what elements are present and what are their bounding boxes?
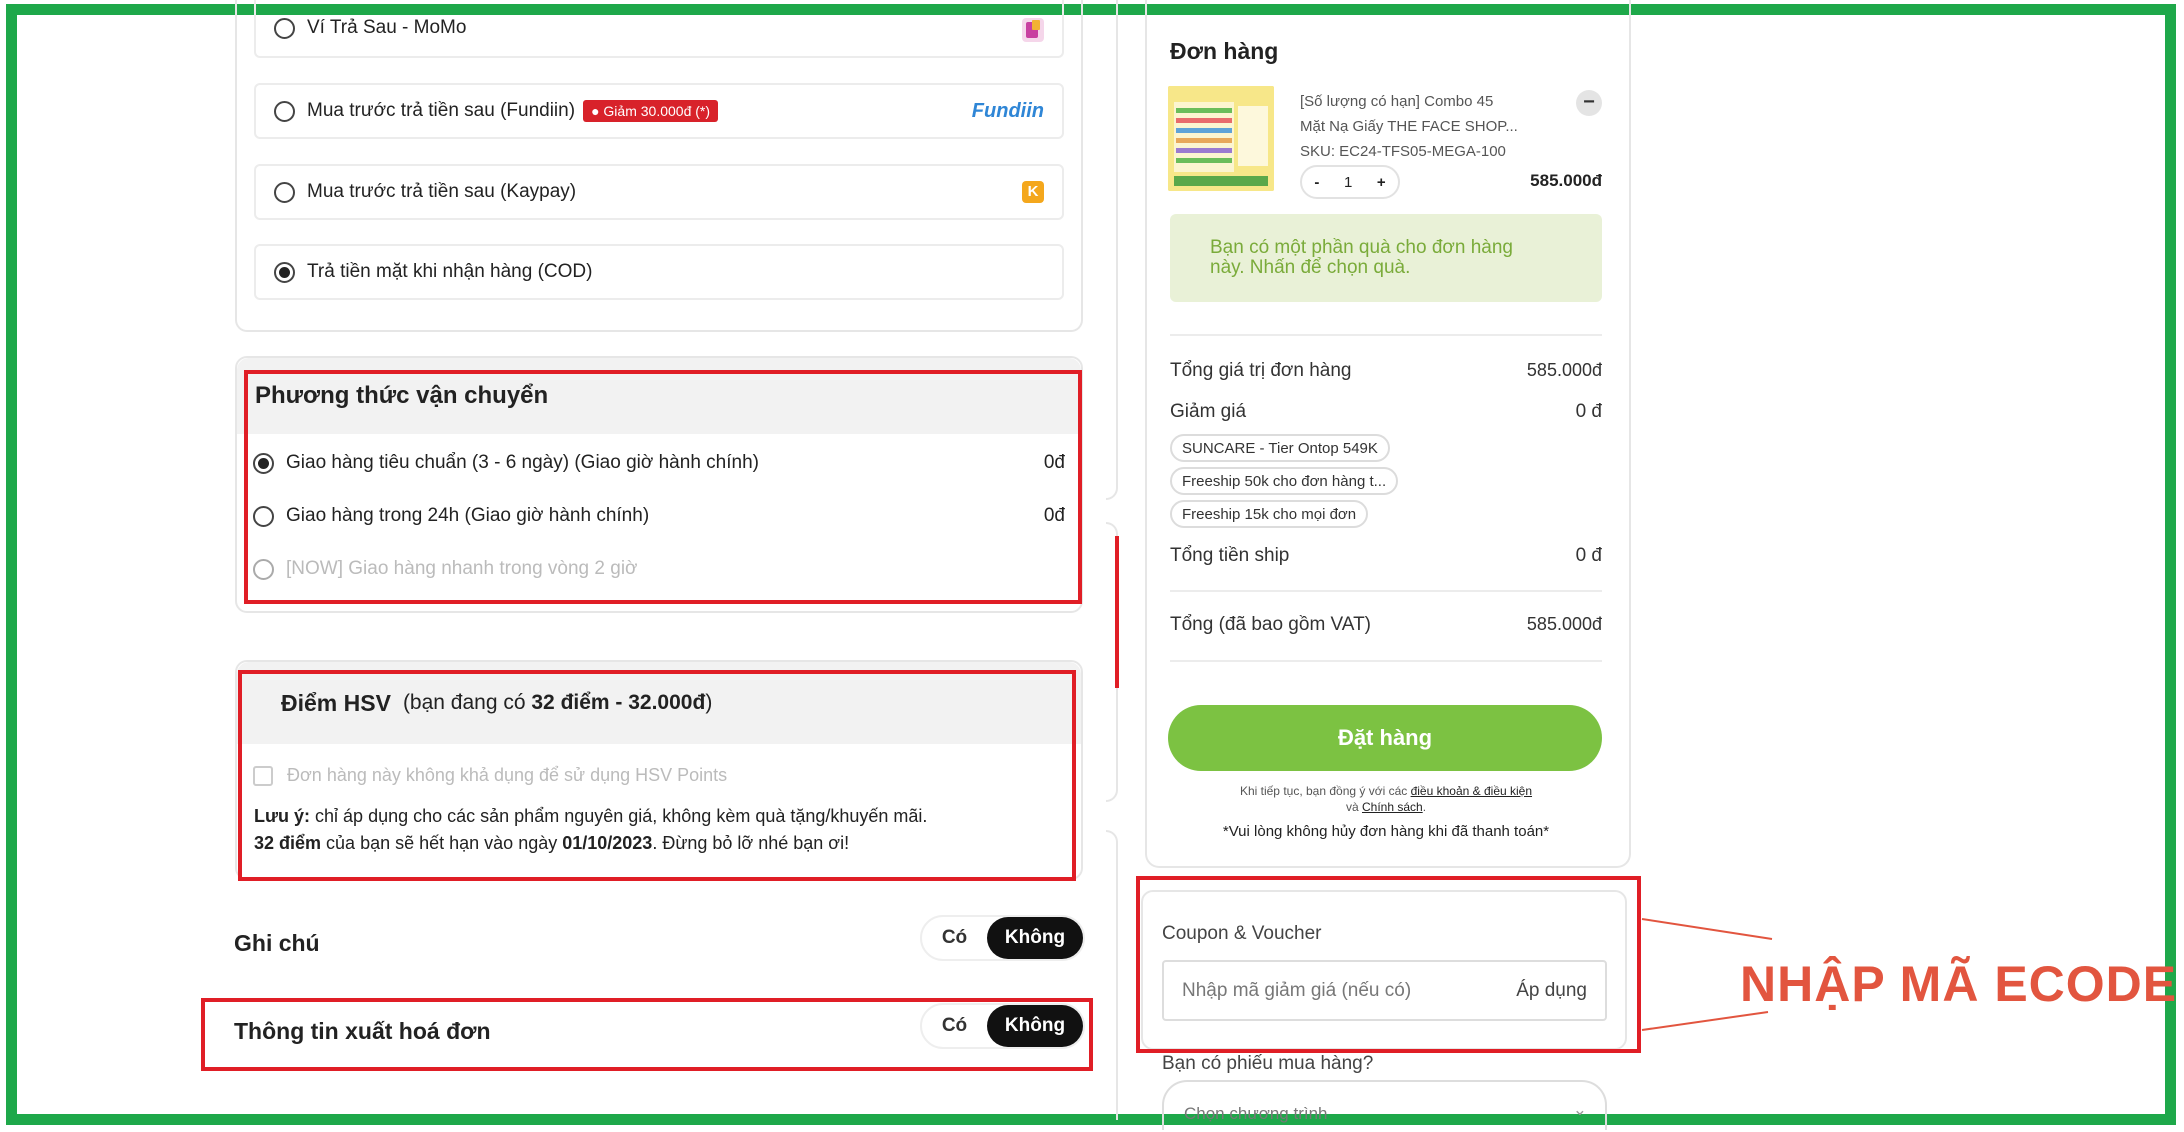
- note-yes[interactable]: Có: [922, 927, 987, 949]
- divider: [1170, 660, 1602, 662]
- subtotal-label: Tổng giá trị đơn hàng: [1170, 360, 1352, 381]
- shipfee-value: 0 đ: [1575, 545, 1602, 566]
- radio-momo[interactable]: [274, 17, 295, 39]
- payment-option-label: Ví Trả Sau - MoMo: [307, 17, 467, 38]
- discount-value: 0 đ: [1575, 401, 1602, 422]
- total-value: 585.000đ: [1526, 614, 1602, 634]
- fundiin-logo: Fundiin: [971, 99, 1044, 122]
- payment-option-label: Mua trước trả tiền sau (Fundiin): [307, 100, 576, 121]
- place-order-button[interactable]: Đặt hàng: [1168, 705, 1602, 771]
- momo-icon: [1022, 18, 1044, 42]
- note-no[interactable]: Không: [987, 917, 1083, 959]
- radio-kaypay[interactable]: [274, 181, 295, 203]
- coupon-chip[interactable]: Freeship 50k cho đơn hàng t...: [1170, 467, 1399, 495]
- divider: [1170, 590, 1602, 592]
- chevron-down-icon: ⌄: [1572, 1100, 1587, 1119]
- payment-option-label: Trả tiền mặt khi nhận hàng (COD): [307, 261, 593, 282]
- policy-link[interactable]: Chính sách: [1362, 800, 1423, 814]
- remove-item-icon[interactable]: −: [1576, 90, 1602, 116]
- discount-row: Giảm giá 0 đ: [1170, 401, 1602, 423]
- terms-link[interactable]: điều khoản & điều kiện: [1411, 784, 1532, 798]
- gift-text: này. Nhấn để chọn quà.: [1210, 257, 1411, 278]
- annotation-label: NHẬP MÃ ECODE: [1740, 956, 2178, 1012]
- discount-label: Giảm giá: [1170, 401, 1247, 422]
- product-price: 585.000đ: [1530, 171, 1602, 190]
- payment-option-label: Mua trước trả tiền sau (Kaypay): [307, 181, 577, 202]
- product-image[interactable]: [1168, 86, 1274, 191]
- program-select[interactable]: Chọn chương trình ⌄: [1162, 1080, 1607, 1130]
- payment-option-kaypay[interactable]: Mua trước trả tiền sau (Kaypay) K: [254, 164, 1064, 220]
- product-info: [Số lượng có hạn] Combo 45 Mặt Nạ Giấy T…: [1300, 89, 1518, 164]
- terms-text: Khi tiếp tục, bạn đồng ý với các điều kh…: [1239, 784, 1533, 814]
- total-label: Tổng (đã bao gồm VAT): [1170, 614, 1372, 635]
- highlight-coupon: [1136, 876, 1641, 1053]
- middle-panel-edge: [1106, 830, 1118, 1120]
- total-row: Tổng (đã bao gồm VAT) 585.000đ: [1170, 614, 1602, 636]
- coupon-chip[interactable]: Freeship 15k cho mọi đơn: [1170, 500, 1369, 528]
- highlight-fragment: [1115, 536, 1119, 688]
- voucher-question: Bạn có phiếu mua hàng?: [1162, 1053, 1374, 1074]
- qty-value[interactable]: 1: [1344, 174, 1352, 191]
- highlight-points: [238, 670, 1076, 881]
- subtotal-row: Tổng giá trị đơn hàng 585.000đ: [1170, 360, 1602, 382]
- cancel-warning: *Vui lòng không hủy đơn hàng khi đã than…: [1222, 823, 1550, 840]
- program-select-value: Chọn chương trình: [1184, 1104, 1328, 1123]
- discount-badge: ● Giảm 30.000đ (*): [583, 100, 719, 122]
- note-toggle[interactable]: Có Không: [920, 915, 1085, 961]
- shipfee-row: Tổng tiền ship 0 đ: [1170, 545, 1602, 567]
- product-name-line-1: [Số lượng có hạn] Combo 45: [1300, 93, 1494, 110]
- divider: [1170, 334, 1602, 336]
- qty-minus-button[interactable]: -: [1314, 174, 1319, 191]
- order-title: Đơn hàng: [1170, 38, 1279, 64]
- qty-plus-button[interactable]: +: [1377, 174, 1386, 191]
- radio-fundiin[interactable]: [274, 100, 295, 122]
- highlight-invoice: [201, 998, 1093, 1071]
- gift-text: Bạn có một phần quà cho đơn hàng: [1210, 237, 1513, 258]
- radio-cod[interactable]: [274, 261, 295, 283]
- shipfee-label: Tổng tiền ship: [1170, 545, 1290, 566]
- product-sku: SKU: EC24-TFS05-MEGA-100: [1300, 143, 1506, 160]
- kaypay-icon: K: [1022, 181, 1044, 203]
- highlight-shipping: [244, 370, 1082, 604]
- gift-banner[interactable]: Bạn có một phần quà cho đơn hàng này. Nh…: [1170, 214, 1602, 302]
- payment-option-cod[interactable]: Trả tiền mặt khi nhận hàng (COD): [254, 244, 1064, 300]
- payment-option-momo[interactable]: Ví Trả Sau - MoMo: [254, 0, 1064, 58]
- quantity-stepper[interactable]: - 1 +: [1300, 165, 1400, 199]
- subtotal-value: 585.000đ: [1526, 360, 1602, 380]
- middle-panel-edge: [1106, 0, 1118, 500]
- payment-option-fundiin[interactable]: Mua trước trả tiền sau (Fundiin) ● Giảm …: [254, 83, 1064, 139]
- product-name-line-2: Mặt Nạ Giấy THE FACE SHOP...: [1300, 118, 1518, 135]
- note-title: Ghi chú: [234, 930, 320, 956]
- coupon-chip[interactable]: SUNCARE - Tier Ontop 549K: [1170, 434, 1390, 462]
